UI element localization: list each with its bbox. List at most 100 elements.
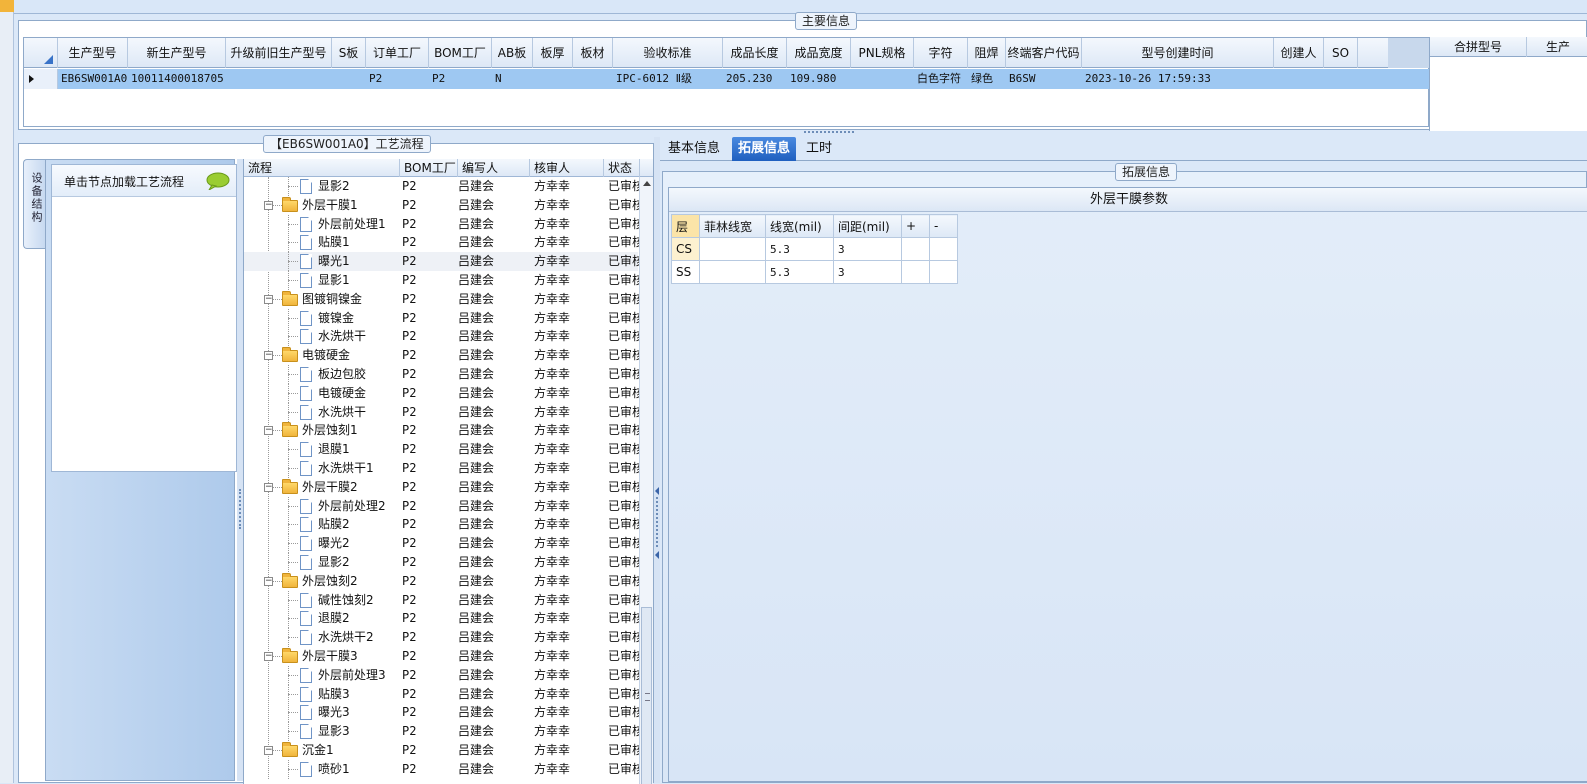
col-header[interactable]: 板厚 [533, 38, 573, 68]
grid-cell[interactable]: N [492, 69, 533, 89]
grid-cell[interactable]: 绿色 [968, 69, 1006, 89]
film-cell[interactable] [699, 260, 766, 284]
film-cell[interactable]: SS [671, 260, 700, 284]
collapse-icon[interactable]: − [264, 746, 273, 755]
tree-row[interactable]: − 沉金1 P2 吕建会 方幸幸 已审核 [244, 741, 642, 760]
load-process-box[interactable]: 单击节点加载工艺流程 [51, 164, 237, 472]
tree-row[interactable]: 碱性蚀刻2 P2 吕建会 方幸幸 已审核 [244, 590, 642, 610]
side-tab-equipment[interactable]: 设备结构 [23, 159, 45, 249]
tree-row[interactable]: 水洗烘干2 P2 吕建会 方幸幸 已审核 [244, 628, 642, 648]
collapse-icon[interactable]: − [264, 200, 273, 210]
col-header[interactable]: 订单工厂 [366, 38, 429, 68]
tree-row[interactable]: 外层前处理1 P2 吕建会 方幸幸 已审核 [244, 214, 642, 234]
tree-row[interactable]: 贴膜2 P2 吕建会 方幸幸 已审核 [244, 515, 642, 535]
tree-col-header[interactable]: 编写人 [458, 159, 530, 177]
tree-row[interactable]: − 外层蚀刻1 P2 吕建会 方幸幸 已审核 [244, 421, 642, 440]
collapse-icon[interactable]: − [264, 351, 273, 361]
collapse-icon[interactable]: − [264, 652, 273, 661]
col-header[interactable]: 成品宽度 [787, 38, 851, 68]
film-cell[interactable]: CS [671, 237, 700, 261]
tree-row[interactable]: 曝光1 P2 吕建会 方幸幸 已审核 [244, 252, 642, 272]
grid-cell[interactable]: IPC-6012 Ⅱ级 [613, 69, 723, 89]
tree-row[interactable]: − 图镀铜镍金 P2 吕建会 方幸幸 已审核 [244, 290, 642, 309]
tree-col-header[interactable]: 流程 [244, 159, 400, 177]
film-col-header[interactable]: - [929, 214, 958, 238]
tree-row[interactable]: 贴膜1 P2 吕建会 方幸幸 已审核 [244, 233, 642, 253]
main-grid-row[interactable]: EB6SW001A0 10011400018705 P2 P2 N IPC-6012 Ⅱ级… [24, 69, 1430, 89]
col-header[interactable]: 生产型号 [58, 38, 128, 68]
col-header[interactable]: 新生产型号 [128, 38, 226, 68]
col-header[interactable]: BOM工厂 [429, 38, 492, 68]
grid-cell[interactable]: B6SW [1006, 69, 1082, 89]
tree-row[interactable]: − 外层蚀刻2 P2 吕建会 方幸幸 已审核 [244, 572, 642, 591]
tree-row[interactable]: 显影1 P2 吕建会 方幸幸 已审核 [244, 271, 642, 290]
col-header[interactable]: 升级前旧生产型号 [226, 38, 332, 68]
col-header[interactable]: 型号创建时间 [1082, 38, 1274, 68]
col-header[interactable]: AB板 [492, 38, 533, 68]
tree-col-header[interactable]: 核审人 [530, 159, 604, 177]
grid-cell[interactable]: P2 [429, 69, 492, 89]
film-col-header[interactable]: 间距(mil) [833, 214, 902, 238]
grid-cell[interactable]: 205.230 [723, 69, 787, 89]
grid-cell[interactable] [851, 69, 914, 89]
film-cell[interactable] [901, 260, 930, 284]
tree-row[interactable]: 退膜1 P2 吕建会 方幸幸 已审核 [244, 440, 642, 460]
tree-row[interactable]: 喷砂1 P2 吕建会 方幸幸 已审核 [244, 759, 642, 779]
tree-row[interactable]: − 外层干膜1 P2 吕建会 方幸幸 已审核 [244, 196, 642, 215]
collapse-icon[interactable]: − [264, 482, 273, 492]
tree-row[interactable]: − 外层干膜2 P2 吕建会 方幸幸 已审核 [244, 478, 642, 497]
tree-col-header[interactable]: 状态 [604, 159, 640, 177]
col-header[interactable]: 创建人 [1274, 38, 1324, 68]
tree-row[interactable]: 板边包胶 P2 吕建会 方幸幸 已审核 [244, 365, 642, 384]
grid-cell[interactable] [533, 69, 573, 89]
film-row[interactable]: CS 5.3 3 [671, 237, 958, 261]
grid-cell[interactable]: 2023-10-26 17:59:33 [1082, 69, 1274, 89]
tree-col-header[interactable]: BOM工厂 [400, 159, 458, 177]
tree-row[interactable]: 显影2 P2 吕建会 方幸幸 已审核 [244, 553, 642, 572]
collapse-icon[interactable]: − [264, 294, 273, 304]
tab-work-hours[interactable]: 工时 [800, 137, 838, 161]
col-header[interactable]: 阻焊 [968, 38, 1006, 68]
grid-cell[interactable] [1324, 69, 1358, 89]
film-cell[interactable]: 5.3 [765, 260, 834, 284]
grid-cell[interactable] [332, 69, 366, 89]
tree-row[interactable]: 水洗烘干 P2 吕建会 方幸幸 已审核 [244, 402, 642, 422]
tree-row[interactable]: 电镀硬金 P2 吕建会 方幸幸 已审核 [244, 383, 642, 403]
tab-extended-info[interactable]: 拓展信息 [732, 137, 797, 161]
tree-row[interactable]: 水洗烘干1 P2 吕建会 方幸幸 已审核 [244, 459, 642, 478]
collapse-left-icon-2[interactable] [655, 551, 659, 559]
film-cell[interactable] [699, 237, 766, 261]
tree-row[interactable]: 贴膜3 P2 吕建会 方幸幸 已审核 [244, 684, 642, 704]
film-row[interactable]: SS 5.3 3 [671, 260, 958, 284]
tree-row[interactable]: 外层前处理2 P2 吕建会 方幸幸 已审核 [244, 496, 642, 516]
film-cell[interactable] [929, 260, 958, 284]
grid-cell[interactable]: 10011400018705 [128, 69, 226, 89]
tree-row[interactable]: 曝光3 P2 吕建会 方幸幸 已审核 [244, 703, 642, 723]
collapse-left-icon[interactable] [655, 487, 659, 495]
collapse-icon[interactable]: − [264, 576, 273, 586]
col-header[interactable]: PNL规格 [851, 38, 914, 68]
film-col-header[interactable]: + [901, 214, 930, 238]
tree-row[interactable]: 显影2 P2 吕建会 方幸幸 已审核 [244, 177, 642, 196]
tree-row[interactable]: 显影3 P2 吕建会 方幸幸 已审核 [244, 722, 642, 742]
scroll-thumb[interactable] [641, 607, 652, 784]
col-header[interactable]: 成品长度 [723, 38, 787, 68]
col-header[interactable]: SO [1324, 38, 1358, 68]
merge-col-header[interactable]: 生产 [1527, 37, 1587, 57]
grid-cell[interactable] [573, 69, 613, 89]
film-cell[interactable] [901, 237, 930, 261]
col-header[interactable]: 板材 [573, 38, 613, 68]
grid-cell[interactable] [226, 69, 332, 89]
grid-cell[interactable]: 白色字符 [914, 69, 968, 89]
col-header[interactable]: 字符 [914, 38, 968, 68]
tree-row[interactable]: − 外层干膜3 P2 吕建会 方幸幸 已审核 [244, 647, 642, 666]
tree-row[interactable]: 镀镍金 P2 吕建会 方幸幸 已审核 [244, 308, 642, 328]
film-cell[interactable]: 3 [833, 237, 902, 261]
grid-cell[interactable] [1274, 69, 1324, 89]
col-header[interactable]: 验收标准 [613, 38, 723, 68]
collapse-icon[interactable]: − [264, 426, 273, 436]
tree-row[interactable]: 水洗烘干 P2 吕建会 方幸幸 已审核 [244, 327, 642, 347]
tree-scrollbar[interactable] [639, 177, 653, 784]
film-cell[interactable]: 3 [833, 260, 902, 284]
grid-cell[interactable]: P2 [366, 69, 429, 89]
